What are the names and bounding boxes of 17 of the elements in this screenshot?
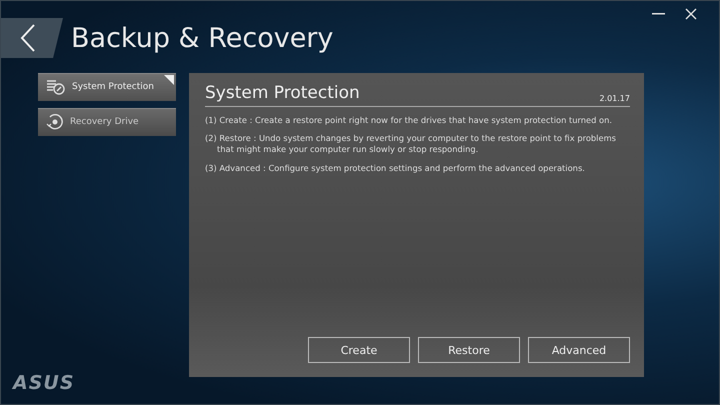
back-button[interactable] — [1, 18, 63, 58]
action-button[interactable]: Advanced — [528, 337, 630, 363]
description-text: (2) Restore : Undo system changes by reverting your computer to the restore point to fix problems that might make your computer run slowly or stop responding. — [205, 133, 617, 156]
selected-corner-icon — [164, 75, 174, 85]
brand-logo: ASUS — [13, 372, 75, 394]
close-icon[interactable] — [685, 8, 697, 20]
recovery-icon — [46, 113, 64, 131]
action-button[interactable]: Restore — [418, 337, 520, 363]
sidebar-item[interactable]: System Protection — [38, 73, 176, 101]
description-text: (3) Advanced : Configure system protection settings and perform the advanced operations. — [205, 162, 586, 174]
panel-title: System Protection — [205, 83, 360, 103]
action-button[interactable]: Create — [308, 337, 410, 363]
version-label: 2.01.17 — [599, 94, 630, 103]
sidebar-item[interactable]: Recovery Drive — [38, 108, 176, 136]
window-title: Backup & Recovery — [71, 22, 334, 54]
minimize-icon[interactable] — [652, 13, 665, 15]
description-text: (1) Create : Create a restore point right now for the drives that have system protection turned on. — [205, 115, 614, 126]
